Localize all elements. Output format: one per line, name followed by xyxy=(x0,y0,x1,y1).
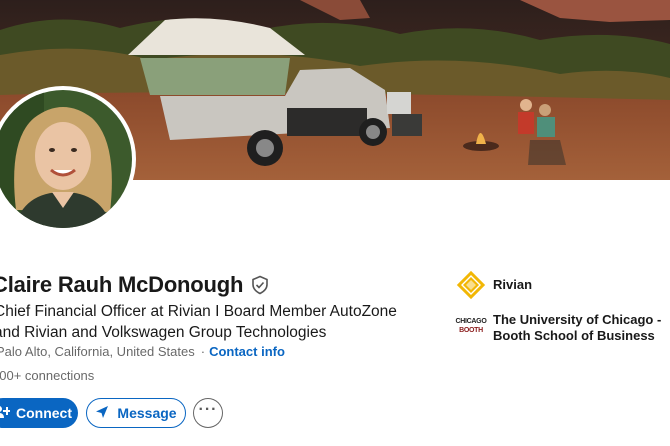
message-label: Message xyxy=(117,405,177,421)
profile-headline: Chief Financial Officer at Rivian I Boar… xyxy=(0,303,397,341)
current-company-rivian[interactable]: Rivian xyxy=(456,270,532,300)
rivian-label: Rivian xyxy=(493,277,533,292)
connect-label: Connect xyxy=(16,405,72,421)
name-row: Claire Rauh McDonough xyxy=(0,271,270,299)
add-person-icon xyxy=(0,405,11,422)
more-actions-button[interactable]: ··· xyxy=(193,398,223,428)
send-paper-plane-icon xyxy=(95,405,109,422)
education-chicago-booth[interactable]: CHICAGO BOOTH The University of Chicago … xyxy=(456,311,670,344)
connect-button[interactable]: Connect xyxy=(0,398,78,428)
profile-name: Claire Rauh McDonough xyxy=(0,272,244,297)
connections-count[interactable]: 500+ connections xyxy=(0,368,94,383)
profile-location: Palo Alto, California, United States xyxy=(0,344,195,359)
profile-avatar[interactable] xyxy=(0,86,136,232)
verified-shield-icon[interactable] xyxy=(250,275,270,295)
chicago-booth-label: The University of Chicago - Booth School… xyxy=(493,312,662,343)
contact-info-link[interactable]: Contact info xyxy=(209,344,285,359)
rivian-logo-icon xyxy=(456,270,486,300)
location-row: Palo Alto, California, United States · Con… xyxy=(0,344,285,359)
more-horizontal-icon: ··· xyxy=(198,401,218,418)
message-button[interactable]: Message xyxy=(86,398,186,428)
location-separator: · xyxy=(200,344,206,359)
chicago-booth-logo-icon: CHICAGO BOOTH xyxy=(455,318,487,334)
